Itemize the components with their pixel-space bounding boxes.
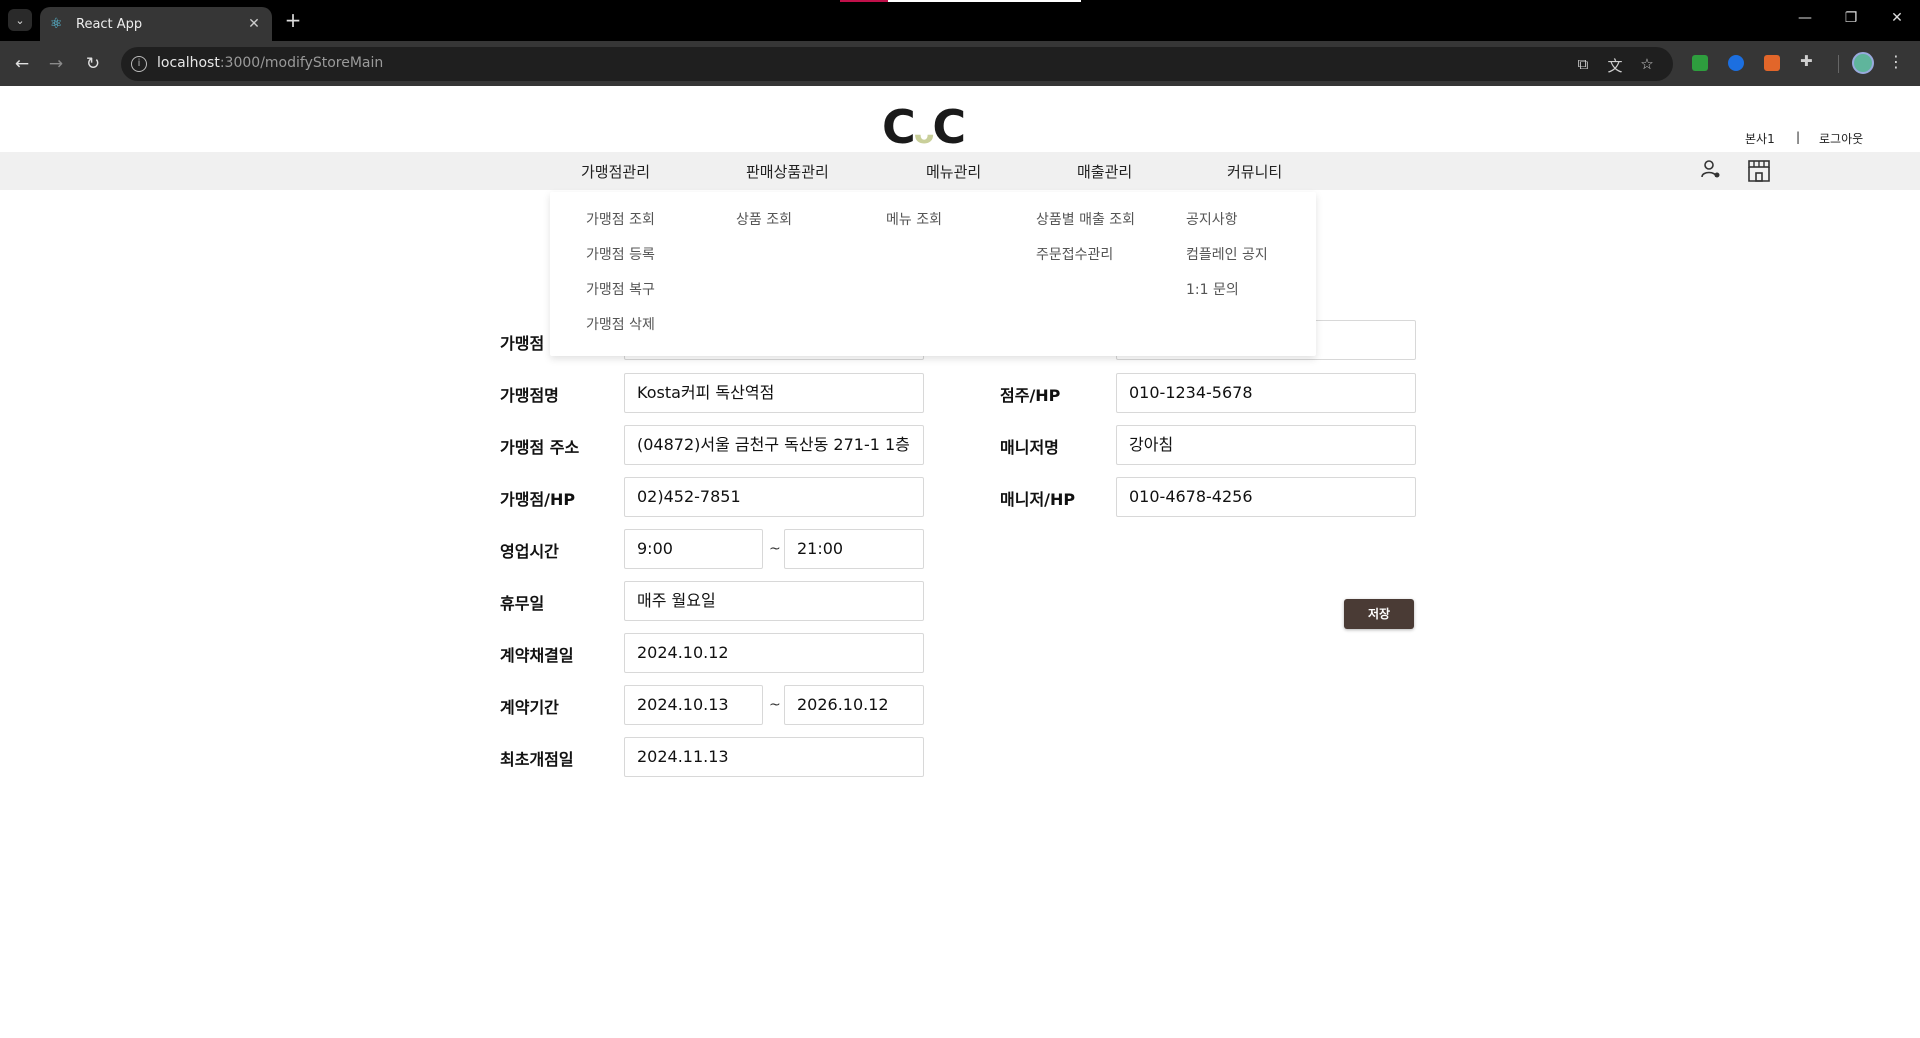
nav-item-product-mgmt[interactable]: 판매상품관리 (746, 161, 829, 182)
contract-date-input[interactable]: 2024.10.12 (624, 633, 924, 673)
store-address-label: 가맹점 주소 (500, 438, 580, 457)
top-accent-stripe-white (888, 0, 1081, 2)
dropdown-col-store: 가맹점 조회 가맹점 등록 가맹점 복구 가맹점 삭제 (586, 210, 655, 350)
menu-item-inquiry[interactable]: 1:1 문의 (1186, 280, 1268, 315)
tab-search-button[interactable]: ⌄ (8, 9, 32, 31)
store-hp-label: 가맹점/HP (500, 490, 576, 509)
holiday-input[interactable]: 매주 월요일 (624, 581, 924, 621)
site-info-icon[interactable]: i (131, 56, 147, 72)
business-hours-label: 영업시간 (500, 542, 559, 561)
menu-item-sales-by-product[interactable]: 상품별 매출 조회 (1036, 210, 1135, 245)
site-logo[interactable]: CᴗC (882, 100, 966, 154)
menu-item-order-mgmt[interactable]: 주문접수관리 (1036, 245, 1135, 280)
contract-tilde: ~ (769, 697, 781, 713)
menu-item-notice[interactable]: 공지사항 (1186, 210, 1268, 245)
owner-hp-label: 점주/HP (1000, 386, 1061, 405)
contract-start-input[interactable]: 2024.10.13 (624, 685, 763, 725)
extension-green-icon[interactable] (1692, 55, 1708, 71)
window-close-icon[interactable]: ✕ (1882, 10, 1912, 26)
holiday-label: 휴무일 (500, 594, 545, 613)
logo-cup-glyph: ᴗ (913, 116, 935, 151)
minimize-icon[interactable]: — (1790, 10, 1820, 26)
menu-item-complaint-notice[interactable]: 컴플레인 공지 (1186, 245, 1268, 280)
nav-item-store-mgmt[interactable]: 가맹점관리 (581, 161, 650, 182)
reload-icon[interactable]: ↻ (81, 52, 105, 76)
contract-period-label: 계약기간 (500, 698, 559, 717)
menu-item-store-restore[interactable]: 가맹점 복구 (586, 280, 655, 315)
extension-blue-icon[interactable] (1728, 55, 1744, 71)
dropdown-col-product: 상품 조회 (736, 210, 792, 245)
menu-item-store-delete[interactable]: 가맹점 삭제 (586, 315, 655, 350)
user-name: 본사1 (1745, 132, 1775, 146)
browser-menu-icon[interactable]: ⋮ (1888, 52, 1904, 71)
new-tab-button[interactable]: + (281, 9, 305, 33)
nav-item-menu-mgmt[interactable]: 메뉴관리 (926, 161, 981, 182)
open-time-input[interactable]: 9:00 (624, 529, 763, 569)
store-address-input[interactable]: (04872)서울 금천구 독산동 271-1 1층 (624, 425, 924, 465)
menu-item-store-register[interactable]: 가맹점 등록 (586, 245, 655, 280)
tab-title: React App (76, 16, 143, 32)
back-icon[interactable]: ← (10, 52, 34, 76)
contract-date-label: 계약채결일 (500, 646, 574, 665)
browser-toolbar: ← → ↻ i localhost:3000/modifyStoreMain ⧉… (0, 41, 1920, 86)
address-url[interactable]: localhost:3000/modifyStoreMain (157, 55, 383, 71)
forward-icon[interactable]: → (44, 52, 68, 76)
bookmark-star-icon[interactable]: ☆ (1637, 55, 1657, 73)
manager-hp-input[interactable]: 010-4678-4256 (1116, 477, 1416, 517)
translate-icon[interactable]: 文 (1605, 55, 1625, 76)
menu-item-menu-view[interactable]: 메뉴 조회 (886, 210, 942, 245)
hours-tilde: ~ (769, 541, 781, 557)
store-name-label: 가맹점명 (500, 386, 559, 405)
store-name-input[interactable]: Kosta커피 독산역점 (624, 373, 924, 413)
restore-icon[interactable]: ❐ (1836, 10, 1866, 26)
manager-hp-label: 매니저/HP (1000, 490, 1076, 509)
browser-tab-bar: ⌄ ⚛ React App ✕ + — ❐ ✕ (0, 0, 1920, 41)
top-accent-stripe (840, 0, 888, 2)
extensions-puzzle-icon[interactable]: ✚ (1800, 52, 1816, 70)
user-separator: | (1796, 130, 1801, 144)
manager-name-label: 매니저명 (1000, 438, 1059, 457)
user-settings-icon[interactable] (1700, 158, 1722, 186)
address-bar[interactable]: i localhost:3000/modifyStoreMain ⧉ 文 ☆ (121, 47, 1673, 81)
store-code-label: 가맹점 (500, 334, 545, 353)
open-date-label: 최초개점일 (500, 750, 574, 769)
install-app-icon[interactable]: ⧉ (1573, 55, 1593, 73)
owner-hp-input[interactable]: 010-1234-5678 (1116, 373, 1416, 413)
browser-tab[interactable]: ⚛ React App ✕ (40, 7, 272, 41)
manager-name-input[interactable]: 강아침 (1116, 425, 1416, 465)
toolbar-divider (1838, 55, 1839, 73)
store-icon[interactable] (1746, 158, 1772, 190)
dropdown-col-sales: 상품별 매출 조회 주문접수관리 (1036, 210, 1135, 280)
dropdown-col-menu: 메뉴 조회 (886, 210, 942, 245)
nav-dropdown-menu: 가맹점 조회 가맹점 등록 가맹점 복구 가맹점 삭제 상품 조회 메뉴 조회 … (550, 192, 1316, 356)
profile-avatar[interactable] (1852, 52, 1874, 74)
save-button[interactable]: 저장 (1344, 599, 1414, 629)
menu-item-store-view[interactable]: 가맹점 조회 (586, 210, 655, 245)
extension-orange-icon[interactable] (1764, 55, 1780, 71)
open-date-input[interactable]: 2024.11.13 (624, 737, 924, 777)
logout-link[interactable]: 로그아웃 (1819, 130, 1863, 147)
store-hp-input[interactable]: 02)452-7851 (624, 477, 924, 517)
nav-item-sales-mgmt[interactable]: 매출관리 (1077, 161, 1132, 182)
global-nav: 가맹점관리 판매상품관리 메뉴관리 매출관리 커뮤니티 (0, 152, 1920, 190)
contract-end-input[interactable]: 2026.10.12 (784, 685, 924, 725)
dropdown-col-community: 공지사항 컴플레인 공지 1:1 문의 (1186, 210, 1268, 315)
tab-close-icon[interactable]: ✕ (246, 16, 262, 32)
react-favicon-icon: ⚛ (50, 16, 63, 32)
page-content: CᴗC 본사1 | 로그아웃 가맹점관리 판매상품관리 메뉴관리 매출관리 커뮤… (0, 86, 1920, 1038)
nav-item-community[interactable]: 커뮤니티 (1227, 161, 1282, 182)
menu-item-product-view[interactable]: 상품 조회 (736, 210, 792, 245)
close-time-input[interactable]: 21:00 (784, 529, 924, 569)
